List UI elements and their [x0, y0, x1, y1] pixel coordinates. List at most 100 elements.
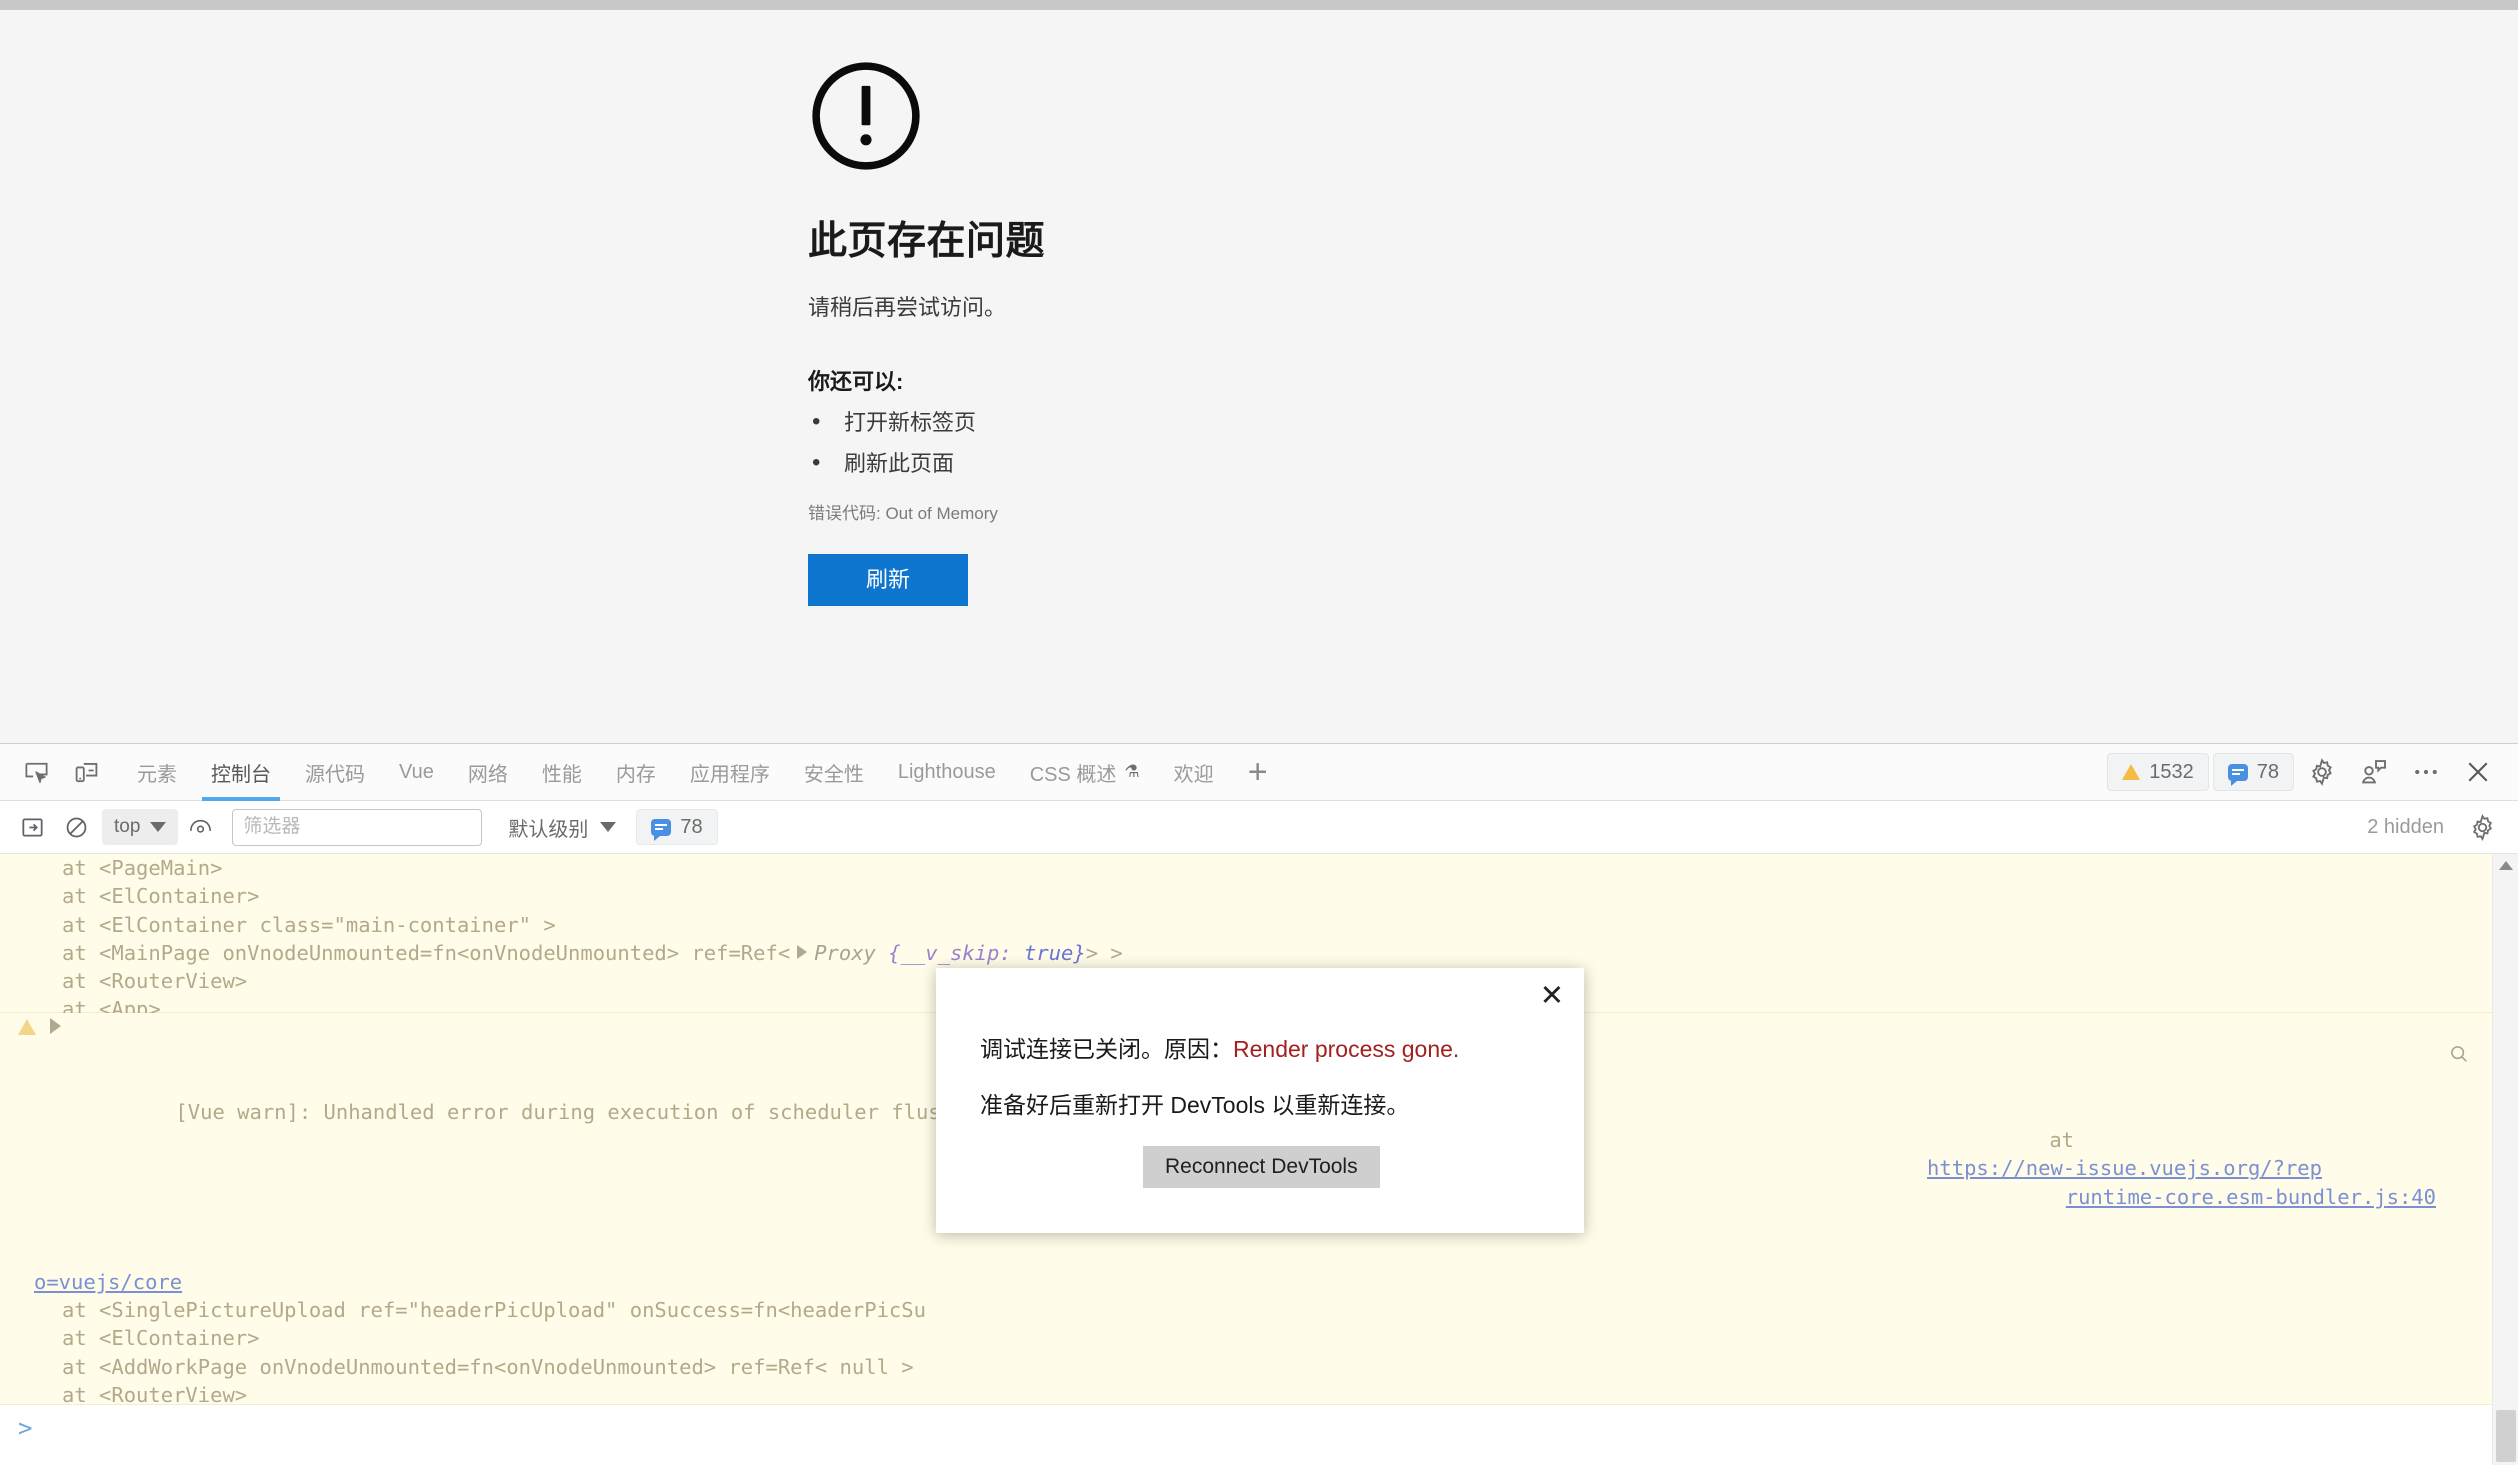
- console-settings-icon[interactable]: [2458, 805, 2506, 849]
- proxy-name: Proxy: [814, 940, 876, 965]
- feedback-icon[interactable]: [2350, 750, 2398, 794]
- console-line: at <RouterView>: [62, 1382, 248, 1407]
- tab-label: 应用程序: [689, 763, 770, 786]
- tab-label: 网络: [467, 763, 508, 786]
- close-icon[interactable]: [2454, 750, 2502, 794]
- proxy-suffix: > >: [1085, 940, 1123, 965]
- screen-root: 此页存在问题 请稍后再尝试访问。 你还可以: 打开新标签页 刷新此页面 错误代码…: [0, 0, 2518, 1465]
- tab-network[interactable]: 网络: [451, 744, 525, 801]
- tab-css-overview[interactable]: CSS 概述 ⚗: [1013, 744, 1157, 801]
- log-level-label: 默认级别: [508, 818, 589, 841]
- close-icon[interactable]: ✕: [1540, 982, 1564, 1011]
- console-line-proxy: at <MainPage onVnodeUnmounted=fn<onVnode…: [0, 939, 2492, 967]
- error-page: 此页存在问题 请稍后再尝试访问。 你还可以: 打开新标签页 刷新此页面 错误代码…: [0, 10, 2518, 743]
- console-prompt[interactable]: >: [0, 1406, 2492, 1465]
- warn-text: [Vue warn]: Unhandled error during execu…: [175, 1099, 1028, 1124]
- tab-label: Vue: [399, 760, 434, 783]
- tab-console[interactable]: 控制台: [194, 744, 288, 801]
- error-options-list: 打开新标签页 刷新此页面: [808, 408, 1708, 477]
- inspect-element-icon[interactable]: [14, 752, 58, 792]
- refresh-button[interactable]: 刷新: [808, 553, 968, 606]
- tab-elements[interactable]: 元素: [120, 744, 194, 801]
- console-line: at <SinglePictureUpload ref="headerPicUp…: [62, 1297, 926, 1322]
- expand-triangle-icon[interactable]: [797, 945, 808, 960]
- devtools-disconnect-dialog: ✕ 调试连接已关闭。原因：Render process gone. 准备好后重新…: [936, 968, 1584, 1233]
- list-item: 刷新此页面: [808, 449, 1708, 477]
- console-sidebar-icon[interactable]: [10, 807, 54, 847]
- tab-label: Lighthouse: [897, 760, 996, 783]
- log-level-selector[interactable]: 默认级别: [508, 813, 617, 842]
- clear-console-icon[interactable]: [54, 807, 98, 847]
- tab-label: 欢迎: [1173, 763, 1214, 786]
- vue-issue-link[interactable]: https://new-issue.vuejs.org/?rep: [1927, 1154, 2322, 1182]
- add-tab-button[interactable]: +: [1231, 744, 1285, 801]
- error-content: 此页存在问题 请稍后再尝试访问。 你还可以: 打开新标签页 刷新此页面 错误代码…: [808, 58, 1708, 606]
- dialog-message-prefix: 调试连接已关闭。原因：: [980, 1036, 1233, 1062]
- tab-memory[interactable]: 内存: [599, 744, 673, 801]
- devtools-tab-list: 元素 控制台 源代码 Vue 网络 性能 内存 应用程序 安全性 Lightho…: [120, 744, 1285, 801]
- devtools-tool-icons: [0, 752, 108, 792]
- dialog-message-line-2: 准备好后重新打开 DevTools 以重新连接。: [980, 1092, 1410, 1118]
- tab-lighthouse[interactable]: Lighthouse: [881, 744, 1013, 801]
- scroll-up-icon[interactable]: [2499, 861, 2513, 870]
- message-bubble-icon: [651, 818, 672, 841]
- exclamation-circle-icon: [812, 62, 920, 170]
- tab-label: 源代码: [305, 763, 365, 786]
- tab-security[interactable]: 安全性: [787, 744, 881, 801]
- message-count: 78: [680, 815, 703, 838]
- dialog-reason: Render process gone.: [1233, 1036, 1460, 1062]
- context-label: top: [114, 816, 141, 837]
- devtools-tabbar: 元素 控制台 源代码 Vue 网络 性能 内存 应用程序 安全性 Lightho…: [0, 744, 2518, 801]
- console-line: at <AddWorkPage onVnodeUnmounted=fn<onVn…: [62, 1354, 914, 1379]
- tab-application[interactable]: 应用程序: [673, 744, 787, 801]
- reconnect-devtools-button[interactable]: Reconnect DevTools: [1143, 1146, 1380, 1188]
- device-toolbar-icon[interactable]: [64, 752, 108, 792]
- browser-chrome-bar: [0, 0, 2518, 10]
- hidden-messages-label: 2 hidden: [2367, 815, 2444, 838]
- console-line: at <ElContainer class="main-container" >: [62, 912, 556, 937]
- console-line: at <PageMain>: [62, 856, 223, 880]
- scrollbar-thumb[interactable]: [2496, 1410, 2516, 1462]
- console-line: at <ElContainer>: [62, 884, 260, 909]
- devtools-toolbar-right: 1532 78: [2107, 750, 2518, 794]
- proxy-value: true}: [1024, 940, 1086, 965]
- proxy-prefix: at <MainPage onVnodeUnmounted=fn<onVnode…: [62, 940, 791, 965]
- search-icon[interactable]: [2300, 1015, 2470, 1101]
- console-filter-bar: top 默认级别 78 2 hidden: [0, 801, 2518, 854]
- chevron-down-icon: [600, 822, 617, 832]
- tab-label: 安全性: [803, 763, 864, 786]
- tab-label: 控制台: [211, 763, 271, 786]
- prompt-chevron-icon: >: [18, 1414, 33, 1442]
- warning-count-badge[interactable]: 1532: [2107, 753, 2209, 791]
- more-options-icon[interactable]: [2402, 750, 2450, 794]
- message-count: 78: [2256, 760, 2279, 783]
- execution-context-selector[interactable]: top: [102, 809, 179, 845]
- proxy-key: {__v_skip:: [888, 940, 1012, 965]
- source-link[interactable]: runtime-core.esm-bundler.js:40: [2066, 1183, 2436, 1211]
- console-filter-bar-right: 2 hidden: [2367, 805, 2506, 849]
- tab-performance[interactable]: 性能: [525, 744, 599, 801]
- vue-issue-link-wrap[interactable]: o=vuejs/core: [34, 1270, 182, 1294]
- tab-vue[interactable]: Vue: [382, 744, 451, 801]
- gear-icon[interactable]: [2298, 750, 2346, 794]
- tab-label: 内存: [615, 763, 656, 786]
- warning-triangle-icon: [18, 1019, 36, 1035]
- expand-triangle-icon[interactable]: [50, 1018, 61, 1034]
- list-item: 打开新标签页: [808, 408, 1708, 436]
- error-subtitle: 请稍后再尝试访问。: [808, 295, 1007, 320]
- error-code-label: 错误代码: Out of Memory: [808, 503, 998, 523]
- tab-label: 元素: [137, 763, 177, 786]
- console-warning-link-wrap: o=vuejs/core: [0, 1268, 2492, 1296]
- error-options-heading: 你还可以:: [808, 369, 904, 394]
- console-scrollbar[interactable]: [2492, 854, 2518, 1465]
- console-line: at <ElContainer>: [62, 1326, 260, 1351]
- search-input[interactable]: [232, 808, 483, 846]
- filter-message-count-badge[interactable]: 78: [636, 809, 718, 845]
- tab-sources[interactable]: 源代码: [288, 744, 382, 801]
- live-expression-icon[interactable]: [178, 807, 222, 847]
- warning-count: 1532: [2149, 760, 2194, 783]
- warn-at: at: [2049, 1128, 2074, 1153]
- tab-welcome[interactable]: 欢迎: [1157, 744, 1231, 801]
- tab-label: CSS 概述: [1029, 763, 1117, 786]
- message-count-badge[interactable]: 78: [2212, 753, 2294, 791]
